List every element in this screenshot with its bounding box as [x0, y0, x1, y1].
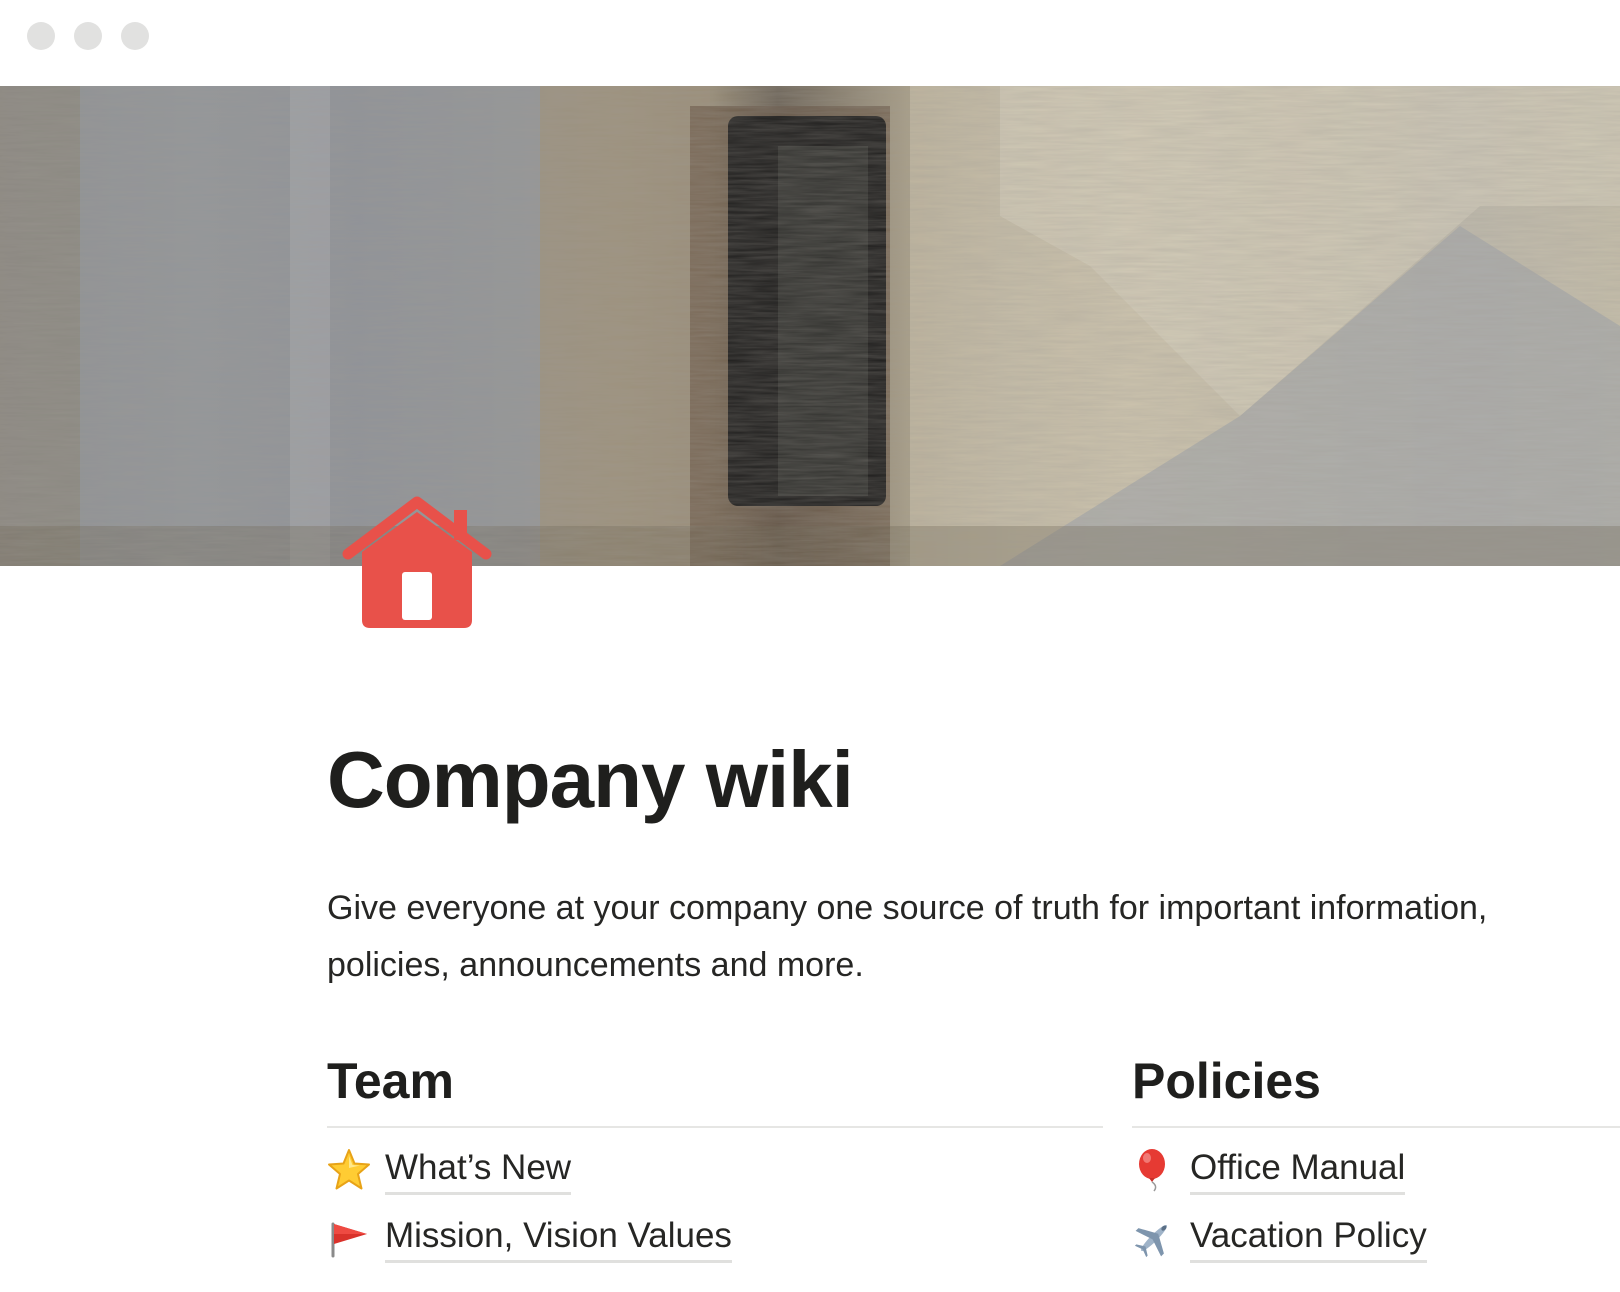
office-manual-link[interactable]: Office Manual — [1190, 1146, 1406, 1195]
airplane-icon — [1132, 1216, 1176, 1260]
policies-heading[interactable]: Policies — [1132, 1048, 1620, 1128]
app-window: Company wiki Give everyone at your compa… — [0, 0, 1620, 1292]
list-item-whats-new[interactable]: What’s New — [327, 1136, 1103, 1204]
mission-link[interactable]: Mission, Vision Values — [385, 1214, 732, 1263]
page-description[interactable]: Give everyone at your company one source… — [327, 880, 1527, 994]
page-title[interactable]: Company wiki — [327, 730, 1620, 830]
star-icon — [327, 1148, 371, 1192]
balloon-icon — [1132, 1148, 1176, 1192]
page-cover-image — [0, 86, 1620, 566]
list-item-vacation-policy[interactable]: Vacation Policy — [1132, 1204, 1620, 1272]
team-heading[interactable]: Team — [327, 1048, 1103, 1128]
minimize-window-button[interactable] — [74, 22, 102, 50]
red-flag-icon — [327, 1216, 371, 1260]
team-list: What’s New Mission, Vision Values — [327, 1136, 1103, 1272]
vacation-policy-link[interactable]: Vacation Policy — [1190, 1214, 1427, 1263]
whats-new-link[interactable]: What’s New — [385, 1146, 572, 1195]
house-icon[interactable] — [338, 492, 496, 630]
zoom-window-button[interactable] — [121, 22, 149, 50]
page-header: Company wiki — [327, 730, 1620, 830]
policies-column: Policies Office Manual Vacation Policy — [1132, 1048, 1620, 1272]
close-window-button[interactable] — [27, 22, 55, 50]
team-column: Team What’s New Mission, Vision Values — [327, 1048, 1103, 1272]
title-bar — [0, 0, 1620, 86]
list-item-office-manual[interactable]: Office Manual — [1132, 1136, 1620, 1204]
list-item-mission[interactable]: Mission, Vision Values — [327, 1204, 1103, 1272]
policies-list: Office Manual Vacation Policy — [1132, 1136, 1620, 1272]
